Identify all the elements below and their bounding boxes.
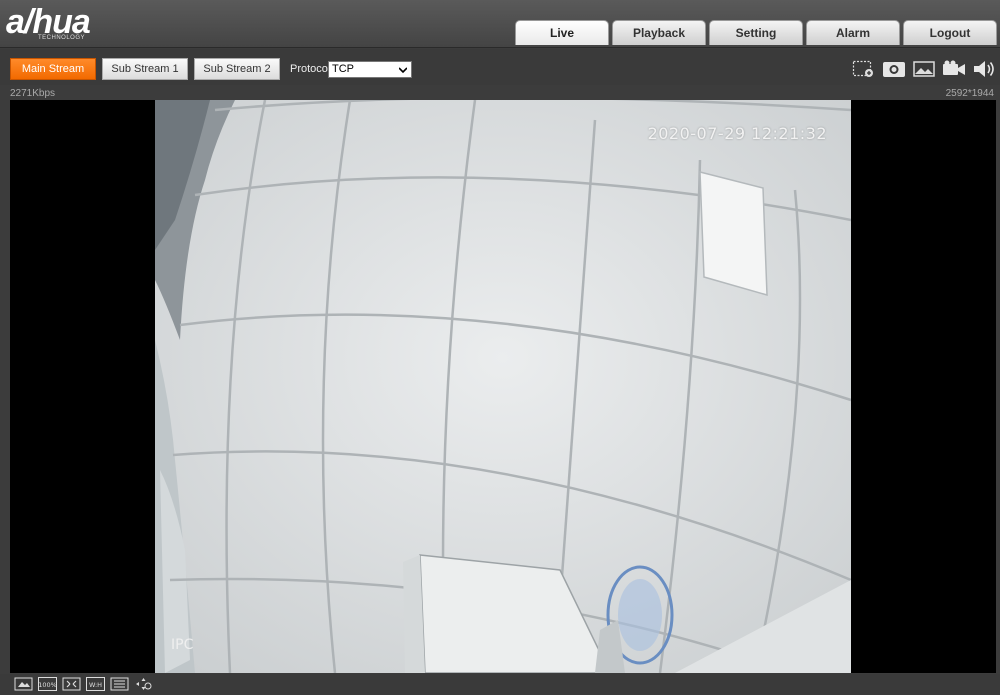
video-viewport[interactable]: 2020-07-29 12:21:32 IPC	[10, 100, 996, 673]
bottom-toolbar: 100% W:H	[0, 674, 1000, 695]
triple-snapshot-icon[interactable]	[912, 59, 936, 79]
header-bar: a/hua TECHNOLOGY Live Playback Setting A…	[0, 0, 1000, 48]
chevron-down-icon	[399, 67, 407, 74]
protocol-select[interactable]: TCP	[328, 61, 412, 78]
protocol-value: TCP	[332, 63, 354, 75]
wh-label: W:H	[89, 681, 102, 689]
camera-image	[155, 100, 851, 673]
snapshot-icon[interactable]	[882, 59, 906, 79]
100-percent-icon[interactable]: 100%	[38, 677, 57, 691]
stream-toolbar: Main Stream Sub Stream 1 Sub Stream 2 Pr…	[0, 49, 1000, 85]
main-nav-tabs: Live Playback Setting Alarm Logout	[515, 20, 997, 45]
osd-channel-name: IPC	[171, 637, 194, 653]
app-window: a/hua TECHNOLOGY Live Playback Setting A…	[0, 0, 1000, 695]
original-size-icon[interactable]	[14, 677, 33, 691]
view-control-icons: 100% W:H	[14, 677, 153, 691]
audio-icon[interactable]	[972, 59, 996, 79]
ptz-icon[interactable]	[134, 677, 153, 691]
tab-alarm[interactable]: Alarm	[806, 20, 900, 45]
resolution-readout: 2592*1944	[945, 88, 994, 99]
record-icon[interactable]	[942, 59, 966, 79]
protocol-label: Protocol	[290, 63, 331, 75]
sub-stream-1-button[interactable]: Sub Stream 1	[102, 58, 188, 80]
tab-playback[interactable]: Playback	[612, 20, 706, 45]
region-zoom-icon[interactable]	[852, 59, 876, 79]
wh-ratio-icon[interactable]: W:H	[86, 677, 105, 691]
tab-setting[interactable]: Setting	[709, 20, 803, 45]
fluency-icon[interactable]	[110, 677, 129, 691]
percent-label: 100%	[38, 681, 57, 689]
dahua-logo: a/hua TECHNOLOGY	[6, 2, 136, 44]
camera-feed: 2020-07-29 12:21:32 IPC	[155, 100, 851, 673]
logo-subtext: TECHNOLOGY	[38, 35, 86, 41]
bitrate-readout: 2271Kbps	[10, 88, 56, 99]
tab-live[interactable]: Live	[515, 20, 609, 45]
live-tool-icons	[852, 59, 996, 79]
tab-logout[interactable]: Logout	[903, 20, 997, 45]
sub-stream-2-button[interactable]: Sub Stream 2	[194, 58, 280, 80]
main-stream-button[interactable]: Main Stream	[10, 58, 96, 80]
fullscreen-icon[interactable]	[62, 677, 81, 691]
osd-timestamp: 2020-07-29 12:21:32	[647, 124, 827, 143]
